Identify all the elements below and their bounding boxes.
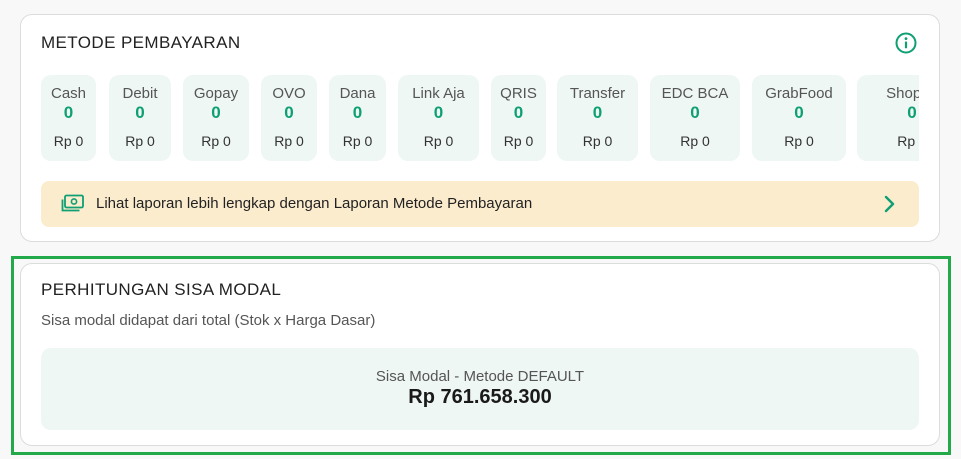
method-amount: Rp 0 (680, 133, 710, 149)
method-amount: Rp 0 (125, 133, 155, 149)
method-count: 0 (352, 103, 363, 122)
method-name: OVO (272, 85, 306, 102)
chevron-right-icon[interactable] (879, 193, 899, 215)
method-amount: Rp 0 (897, 133, 919, 149)
report-link-text: Lihat laporan lebih lengkap dengan Lapor… (96, 195, 533, 212)
method-count: 0 (135, 103, 145, 122)
payment-report-link[interactable]: Lihat laporan lebih lengkap dengan Lapor… (41, 181, 919, 227)
method-amount: Rp 0 (53, 133, 84, 149)
method-tile-edc-bca[interactable]: EDC BCA 0 Rp 0 (650, 75, 740, 161)
remaining-capital-value: Rp 761.658.300 (408, 386, 552, 408)
method-name: Link Aja (412, 85, 465, 102)
capital-calculation-title: PERHITUNGAN SISA MODAL (41, 280, 282, 299)
method-amount: Rp 0 (582, 133, 613, 149)
method-tile-debit[interactable]: Debit 0 Rp 0 (109, 75, 171, 161)
method-count: 0 (211, 103, 221, 122)
method-tile-ovo[interactable]: OVO 0 Rp 0 (261, 75, 317, 161)
method-name: EDC BCA (661, 85, 729, 102)
method-count: 0 (284, 103, 294, 122)
method-name: Dana (339, 85, 376, 102)
method-name: Debit (122, 85, 158, 102)
method-count: 0 (907, 103, 917, 122)
remaining-capital-box: Sisa Modal - Metode DEFAULT Rp 761.658.3… (41, 348, 919, 430)
method-tile-shopee[interactable]: Shopee 0 Rp 0 (857, 75, 919, 161)
method-count: 0 (513, 103, 524, 122)
method-name: Transfer (569, 85, 626, 102)
method-name: QRIS (500, 85, 537, 102)
method-name: Shopee (886, 85, 919, 102)
money-icon (61, 194, 84, 212)
method-tile-grabfood[interactable]: GrabFood 0 Rp 0 (752, 75, 846, 161)
method-amount: Rp 0 (503, 133, 534, 149)
payment-methods-list[interactable]: Cash 0 Rp 0 Debit 0 Rp 0 Gopay 0 Rp 0 OV… (41, 75, 919, 163)
method-tile-cash[interactable]: Cash 0 Rp 0 (41, 75, 96, 161)
method-tile-dana[interactable]: Dana 0 Rp 0 (329, 75, 386, 161)
method-amount: Rp 0 (201, 133, 231, 149)
method-tile-qris[interactable]: QRIS 0 Rp 0 (491, 75, 546, 161)
payment-methods-title: METODE PEMBAYARAN (41, 33, 241, 52)
method-count: 0 (63, 103, 74, 122)
method-count: 0 (433, 103, 444, 122)
method-count: 0 (690, 103, 700, 122)
method-count: 0 (592, 103, 603, 122)
method-amount: Rp 0 (274, 133, 304, 149)
remaining-capital-label: Sisa Modal - Metode DEFAULT (375, 368, 585, 385)
method-name: GrabFood (765, 85, 833, 102)
method-amount: Rp 0 (342, 133, 373, 149)
method-count: 0 (794, 103, 804, 122)
method-tile-link-aja[interactable]: Link Aja 0 Rp 0 (398, 75, 479, 161)
capital-calculation-subtitle: Sisa modal didapat dari total (Stok x Ha… (41, 312, 376, 329)
method-amount: Rp 0 (784, 133, 814, 149)
method-tile-gopay[interactable]: Gopay 0 Rp 0 (183, 75, 249, 161)
method-amount: Rp 0 (423, 133, 454, 149)
method-name: Gopay (193, 85, 239, 102)
method-tile-transfer[interactable]: Transfer 0 Rp 0 (557, 75, 638, 161)
payment-methods-card: METODE PEMBAYARAN Cash 0 Rp 0 Debit 0 Rp… (20, 14, 940, 242)
capital-calculation-card: PERHITUNGAN SISA MODAL Sisa modal didapa… (20, 263, 940, 446)
info-icon[interactable] (895, 32, 917, 54)
method-name: Cash (50, 85, 87, 102)
